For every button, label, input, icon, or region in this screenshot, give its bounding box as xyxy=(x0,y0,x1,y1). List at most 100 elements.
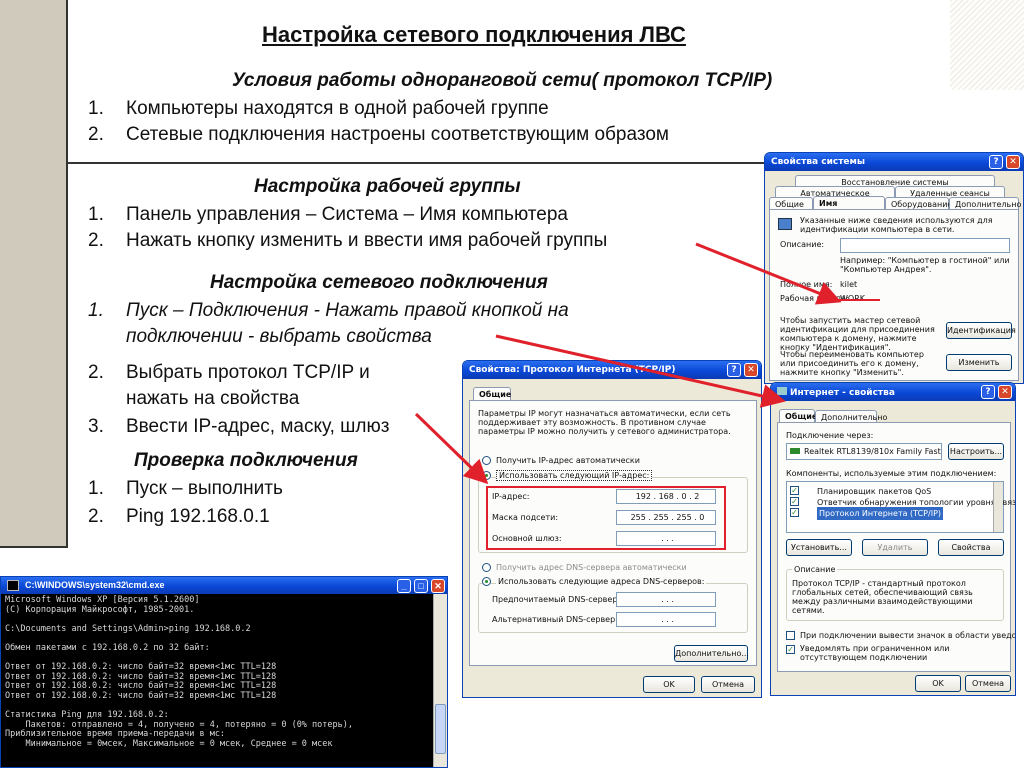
radio-auto-ip[interactable] xyxy=(482,456,491,465)
connection-properties-window: Интернет - свойства ? ✕ Общие Дополнител… xyxy=(770,382,1016,696)
section4-item-1: 1. Пуск – выполнить xyxy=(88,478,283,499)
slide-side-bar xyxy=(0,0,68,548)
adapter-field: Realtek RTL8139/810x Family Fast xyxy=(786,443,942,460)
connection-general-panel: Подключение через: Realtek RTL8139/810x … xyxy=(777,422,1015,672)
component-tcpip[interactable]: Протокол Интернета (TCP/IP) xyxy=(817,507,944,520)
install-button[interactable]: Установить... xyxy=(786,539,852,556)
cancel-button[interactable]: Отмена xyxy=(701,676,755,693)
system-properties-window: Свойства системы ? ✕ Восстановление сист… xyxy=(764,152,1024,384)
checkbox-tcpip[interactable]: ✓ xyxy=(790,508,799,517)
properties-button[interactable]: Свойства xyxy=(938,539,1004,556)
components-list[interactable]: ✓ Планировщик пакетов QoS ✓ Ответчик обн… xyxy=(786,481,1015,533)
section3-heading: Настройка сетевого подключения xyxy=(210,272,548,293)
help-button[interactable]: ? xyxy=(989,155,1003,169)
help-button[interactable]: ? xyxy=(727,363,741,377)
radio-manual-dns[interactable] xyxy=(482,577,491,586)
section1-item-2: 2. Сетевые подключения настроены соответс… xyxy=(88,124,669,145)
cmd-scroll-thumb[interactable] xyxy=(435,704,446,754)
section3-item-3: 3. Ввести IP-адрес, маску, шлюз xyxy=(88,416,390,437)
minimize-button[interactable]: _ xyxy=(397,579,411,593)
section3-item-1: 1. Пуск – Подключения - Нажать правой кно… xyxy=(88,300,569,321)
slide-side-edge xyxy=(66,0,68,548)
computer-icon xyxy=(778,218,792,230)
section3-item-2-cont: нажать на свойства xyxy=(126,388,300,409)
description-label: Описание: xyxy=(780,240,825,249)
description-example: Например: "Компьютер в гостиной" или "Ко… xyxy=(840,256,1010,274)
rename-text: Чтобы переименовать компьютер или присое… xyxy=(780,350,924,377)
fullname-value: kilet xyxy=(840,280,858,289)
system-properties-titlebar[interactable]: Свойства системы ? ✕ xyxy=(765,153,1023,171)
checkbox-qos[interactable]: ✓ xyxy=(790,486,799,495)
notify-limited-label: Уведомлять при ограниченном или отсутств… xyxy=(800,644,950,662)
slide-divider xyxy=(68,162,770,164)
components-label: Компоненты, используемые этим подключени… xyxy=(786,469,997,478)
section3-item-2: 2. Выбрать протокол TCP/IP и xyxy=(88,362,370,383)
manual-dns-label[interactable]: Использовать следующие адреса DNS-сервер… xyxy=(496,577,707,586)
alternate-dns-label: Альтернативный DNS-сервер: xyxy=(492,615,618,624)
maximize-button[interactable]: □ xyxy=(414,579,428,593)
slide-corner-decoration xyxy=(950,0,1024,90)
computer-name-panel: Указанные ниже сведения используются для… xyxy=(769,209,1019,381)
connect-via-label: Подключение через: xyxy=(786,431,874,440)
close-button[interactable]: ✕ xyxy=(431,579,445,593)
checkbox-notify-icon[interactable] xyxy=(786,631,795,640)
change-button[interactable]: Изменить xyxy=(946,354,1012,371)
adapter-name: Realtek RTL8139/810x Family Fast xyxy=(804,447,941,456)
network-icon xyxy=(777,387,787,395)
ok-button[interactable]: OK xyxy=(643,676,695,693)
section3-item-1-cont: подключении - выбрать свойства xyxy=(126,326,432,347)
alternate-dns-input[interactable]: . . . xyxy=(616,612,716,627)
ok-button[interactable]: OK xyxy=(915,675,961,692)
workgroup-value: WORK xyxy=(840,294,866,303)
section4-item-2: 2. Ping 192.168.0.1 xyxy=(88,506,270,527)
close-button[interactable]: ✕ xyxy=(744,363,758,377)
checkbox-notify-limited[interactable]: ✓ xyxy=(786,645,795,654)
section1-heading: Условия работы одноранговой сети( проток… xyxy=(232,70,773,91)
auto-dns-label[interactable]: Получить адрес DNS-сервера автоматически xyxy=(496,563,687,572)
description-group-label: Описание xyxy=(792,565,838,574)
advanced-button[interactable]: Дополнительно... xyxy=(674,645,749,662)
computer-name-desc: Указанные ниже сведения используются для… xyxy=(800,216,993,234)
cmd-output[interactable]: Microsoft Windows XP [Версия 5.1.2600] (… xyxy=(5,595,447,750)
section1-item-1: 1. Компьютеры находятся в одной рабочей г… xyxy=(88,98,549,119)
ip-settings-highlight xyxy=(486,486,726,550)
cmd-titlebar[interactable]: C:\WINDOWS\system32\cmd.exe _ □ ✕ xyxy=(1,577,447,594)
preferred-dns-input[interactable]: . . . xyxy=(616,592,716,607)
help-button[interactable]: ? xyxy=(981,385,995,399)
description-input[interactable] xyxy=(840,238,1010,253)
fullname-label: Полное имя: xyxy=(780,280,833,289)
radio-manual-ip[interactable] xyxy=(482,471,491,480)
cmd-title: C:\WINDOWS\system32\cmd.exe xyxy=(25,580,165,590)
tcpip-properties-titlebar[interactable]: Свойства: Протокол Интернета (TCP/IP) ? … xyxy=(463,361,761,379)
wizard-text: Чтобы запустить мастер сетевой идентифик… xyxy=(780,316,935,352)
cmd-icon xyxy=(7,580,19,591)
identification-button[interactable]: Идентификация xyxy=(946,322,1016,339)
auto-ip-label[interactable]: Получить IP-адрес автоматически xyxy=(496,456,640,465)
cmd-scrollbar[interactable] xyxy=(433,594,447,767)
notify-icon-label: При подключении вывести значок в области… xyxy=(800,631,1016,640)
section2-item-1: 1. Панель управления – Система – Имя комп… xyxy=(88,204,568,225)
cmd-window: C:\WINDOWS\system32\cmd.exe _ □ ✕ Micros… xyxy=(0,576,448,768)
manual-ip-label[interactable]: Использовать следующий IP-адрес: xyxy=(496,470,653,481)
tcpip-intro: Параметры IP могут назначаться автоматич… xyxy=(478,409,731,436)
cancel-button[interactable]: Отмена xyxy=(965,675,1011,692)
close-button[interactable]: ✕ xyxy=(1006,155,1020,169)
workgroup-label: Рабочая группа: xyxy=(780,294,849,303)
section4-heading: Проверка подключения xyxy=(134,450,358,471)
section2-heading: Настройка рабочей группы xyxy=(254,176,521,197)
connection-properties-titlebar[interactable]: Интернет - свойства ? ✕ xyxy=(771,383,1015,401)
system-properties-title: Свойства системы xyxy=(771,157,866,167)
radio-auto-dns[interactable] xyxy=(482,563,491,572)
list-scrollbar[interactable] xyxy=(993,482,1003,532)
tab-general[interactable]: Общие xyxy=(473,387,511,401)
tab-general[interactable]: Общие xyxy=(779,409,817,423)
slide-side-bottom xyxy=(0,546,68,548)
preferred-dns-label: Предпочитаемый DNS-сервер: xyxy=(492,595,621,604)
remove-button[interactable]: Удалить xyxy=(862,539,928,556)
configure-button[interactable]: Настроить... xyxy=(948,443,1004,460)
checkbox-lltd[interactable]: ✓ xyxy=(790,497,799,506)
adapter-icon xyxy=(790,448,800,454)
close-button[interactable]: ✕ xyxy=(998,385,1012,399)
slide-title: Настройка сетевого подключения ЛВС xyxy=(262,22,686,47)
connection-properties-title: Интернет - свойства xyxy=(790,388,895,398)
